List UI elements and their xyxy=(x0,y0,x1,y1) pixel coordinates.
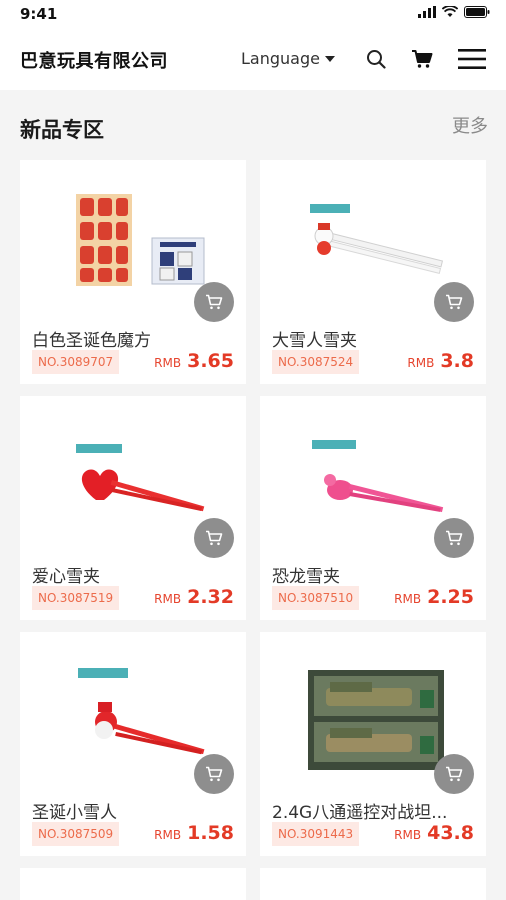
section-title: 新品专区 xyxy=(20,118,104,142)
product-card[interactable]: 大雪人雪夹 NO.3087524 RMB 3.8 xyxy=(260,160,486,384)
price-value: 1.58 xyxy=(187,822,234,844)
cart-icon xyxy=(206,530,223,546)
product-card-partial[interactable] xyxy=(260,868,486,900)
status-bar: 9:41 xyxy=(0,0,506,28)
price-currency: RMB xyxy=(394,592,422,606)
top-nav-bar: 巴意玩具有限公司 Language xyxy=(0,28,506,90)
menu-icon xyxy=(458,49,486,69)
product-card[interactable]: 爱心雪夹 NO.3087519 RMB 2.32 xyxy=(20,396,246,620)
product-number: NO.3091443 xyxy=(272,822,360,846)
add-to-cart-button[interactable] xyxy=(434,282,474,322)
cart-icon xyxy=(206,294,223,310)
product-price: RMB 2.32 xyxy=(154,586,234,608)
more-link[interactable]: 更多 xyxy=(452,112,488,138)
product-name: 白色圣诞色魔方 xyxy=(32,331,151,351)
cart-icon xyxy=(206,766,223,782)
product-card[interactable]: 恐龙雪夹 NO.3087510 RMB 2.25 xyxy=(260,396,486,620)
product-card[interactable]: 圣诞小雪人 NO.3087509 RMB 1.58 xyxy=(20,632,246,856)
product-number: NO.3087519 xyxy=(32,586,120,610)
price-currency: RMB xyxy=(154,592,182,606)
status-time: 9:41 xyxy=(20,5,58,23)
product-card[interactable]: 2.4G八通遥控对战坦... NO.3091443 RMB 43.8 xyxy=(260,632,486,856)
price-value: 43.8 xyxy=(427,822,474,844)
add-to-cart-button[interactable] xyxy=(194,518,234,558)
cart-button[interactable] xyxy=(407,44,437,74)
menu-button[interactable] xyxy=(455,44,489,74)
product-card-partial[interactable] xyxy=(20,868,246,900)
product-price: RMB 1.58 xyxy=(154,822,234,844)
product-number: NO.3087524 xyxy=(272,350,360,374)
price-value: 2.25 xyxy=(427,586,474,608)
add-to-cart-button[interactable] xyxy=(434,754,474,794)
wifi-icon xyxy=(442,6,458,17)
product-number: NO.3087509 xyxy=(32,822,120,846)
product-name: 爱心雪夹 xyxy=(32,567,100,587)
product-name: 2.4G八通遥控对战坦... xyxy=(272,803,448,823)
add-to-cart-button[interactable] xyxy=(434,518,474,558)
product-price: RMB 43.8 xyxy=(394,822,474,844)
search-icon xyxy=(367,50,386,69)
battery-icon xyxy=(464,6,490,18)
add-to-cart-button[interactable] xyxy=(194,754,234,794)
brand-name: 巴意玩具有限公司 xyxy=(20,51,168,72)
product-name: 圣诞小雪人 xyxy=(32,803,117,823)
price-currency: RMB xyxy=(154,356,182,370)
price-currency: RMB xyxy=(154,828,182,842)
price-currency: RMB xyxy=(407,356,435,370)
signal-icon xyxy=(418,6,436,18)
product-price: RMB 3.8 xyxy=(407,350,474,372)
product-price: RMB 2.25 xyxy=(394,586,474,608)
language-label: Language xyxy=(241,49,320,68)
search-button[interactable] xyxy=(361,44,391,74)
price-currency: RMB xyxy=(394,828,422,842)
product-number: NO.3089707 xyxy=(32,350,120,374)
language-selector[interactable]: Language xyxy=(241,49,335,68)
cart-icon xyxy=(446,766,463,782)
price-value: 3.65 xyxy=(187,350,234,372)
section-header: 新品专区 更多 xyxy=(0,90,506,160)
price-value: 3.8 xyxy=(440,350,474,372)
cart-icon xyxy=(412,50,433,68)
product-number: NO.3087510 xyxy=(272,586,360,610)
add-to-cart-button[interactable] xyxy=(194,282,234,322)
product-price: RMB 3.65 xyxy=(154,350,234,372)
caret-down-icon xyxy=(324,55,335,62)
cart-icon xyxy=(446,530,463,546)
price-value: 2.32 xyxy=(187,586,234,608)
product-name: 恐龙雪夹 xyxy=(272,567,340,587)
product-name: 大雪人雪夹 xyxy=(272,331,357,351)
status-icons xyxy=(418,6,490,18)
product-card[interactable]: 白色圣诞色魔方 NO.3089707 RMB 3.65 xyxy=(20,160,246,384)
cart-icon xyxy=(446,294,463,310)
